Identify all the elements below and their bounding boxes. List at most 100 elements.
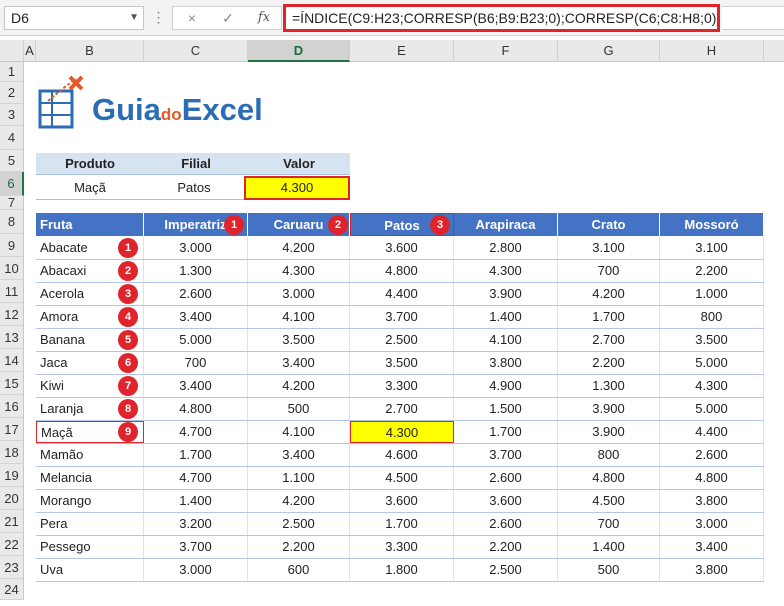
- value-cell[interactable]: 3.800: [660, 559, 764, 581]
- value-cell[interactable]: 3.500: [350, 352, 454, 374]
- value-cell[interactable]: 500: [248, 398, 350, 420]
- value-cell[interactable]: 2.600: [144, 283, 248, 305]
- enter-icon[interactable]: ✓: [213, 7, 243, 29]
- value-cell[interactable]: 3.000: [144, 559, 248, 581]
- column-header[interactable]: E: [350, 40, 454, 62]
- value-cell[interactable]: 2.600: [660, 444, 764, 466]
- value-cell[interactable]: 1.700: [350, 513, 454, 535]
- value-cell[interactable]: 3.700: [350, 306, 454, 328]
- value-cell[interactable]: 5.000: [660, 398, 764, 420]
- column-header[interactable]: C: [144, 40, 248, 62]
- value-cell[interactable]: 3.100: [660, 237, 764, 259]
- value-cell[interactable]: 5.000: [144, 329, 248, 351]
- value-cell[interactable]: 4.100: [248, 306, 350, 328]
- value-cell[interactable]: 4.400: [660, 421, 764, 443]
- row-header[interactable]: 23: [0, 556, 24, 579]
- value-cell[interactable]: 4.800: [350, 260, 454, 282]
- value-cell[interactable]: 3.500: [248, 329, 350, 351]
- row-header[interactable]: 10: [0, 257, 24, 280]
- value-cell[interactable]: 4.700: [144, 421, 248, 443]
- value-cell[interactable]: 5.000: [660, 352, 764, 374]
- chevron-down-icon[interactable]: ▼: [129, 7, 139, 29]
- value-cell[interactable]: 700: [144, 352, 248, 374]
- lookup-valor-cell[interactable]: 4.300: [244, 176, 350, 200]
- value-cell[interactable]: 4.200: [558, 283, 660, 305]
- value-cell[interactable]: 4.500: [350, 467, 454, 489]
- value-cell[interactable]: 3.300: [350, 536, 454, 558]
- value-cell[interactable]: 1.300: [144, 260, 248, 282]
- row-header[interactable]: 5: [0, 150, 24, 172]
- table-header-cell[interactable]: Mossoró: [660, 213, 764, 236]
- value-cell[interactable]: 3.900: [454, 283, 558, 305]
- insert-function-icon[interactable]: fx: [249, 7, 279, 29]
- value-cell[interactable]: 2.500: [454, 559, 558, 581]
- value-cell[interactable]: 3.900: [558, 398, 660, 420]
- value-cell[interactable]: 4.200: [248, 375, 350, 397]
- row-header[interactable]: 8: [0, 210, 24, 234]
- value-cell[interactable]: 500: [558, 559, 660, 581]
- value-cell[interactable]: 2.700: [558, 329, 660, 351]
- value-cell[interactable]: 1.400: [558, 536, 660, 558]
- row-header[interactable]: 1: [0, 62, 24, 82]
- row-header[interactable]: 20: [0, 487, 24, 510]
- value-cell[interactable]: 4.600: [350, 444, 454, 466]
- value-cell[interactable]: 2.700: [350, 398, 454, 420]
- value-cell[interactable]: 2.200: [660, 260, 764, 282]
- value-cell[interactable]: 3.200: [144, 513, 248, 535]
- row-header[interactable]: 19: [0, 464, 24, 487]
- value-cell[interactable]: 4.700: [144, 467, 248, 489]
- value-cell[interactable]: 3.700: [144, 536, 248, 558]
- row-header[interactable]: 9: [0, 234, 24, 257]
- row-header[interactable]: 15: [0, 372, 24, 395]
- value-cell[interactable]: 700: [558, 513, 660, 535]
- value-cell[interactable]: 1.700: [144, 444, 248, 466]
- fruit-cell[interactable]: Mamão: [36, 444, 144, 466]
- value-cell[interactable]: 4.500: [558, 490, 660, 512]
- value-cell[interactable]: 2.200: [248, 536, 350, 558]
- value-cell[interactable]: 4.300: [248, 260, 350, 282]
- fruit-cell[interactable]: Morango: [36, 490, 144, 512]
- value-cell[interactable]: 3.000: [660, 513, 764, 535]
- value-cell[interactable]: 4.900: [454, 375, 558, 397]
- column-header[interactable]: D: [248, 40, 350, 62]
- value-cell[interactable]: 2.600: [454, 467, 558, 489]
- value-cell[interactable]: 4.100: [248, 421, 350, 443]
- value-cell[interactable]: 3.600: [350, 237, 454, 259]
- value-cell[interactable]: 1.800: [350, 559, 454, 581]
- formula-input[interactable]: =ÍNDICE(C9:H23;CORRESP(B6;B9:B23;0);CORR…: [283, 4, 720, 32]
- more-icon[interactable]: ⋮: [150, 6, 166, 30]
- value-cell[interactable]: 800: [660, 306, 764, 328]
- row-header[interactable]: 7: [0, 196, 24, 210]
- column-header[interactable]: F: [454, 40, 558, 62]
- value-cell[interactable]: 3.900: [558, 421, 660, 443]
- fruit-cell[interactable]: Uva: [36, 559, 144, 581]
- column-header[interactable]: G: [558, 40, 660, 62]
- fruit-cell[interactable]: Pera: [36, 513, 144, 535]
- table-header-cell[interactable]: Arapiraca: [454, 213, 558, 236]
- value-cell[interactable]: 3.600: [350, 490, 454, 512]
- name-box[interactable]: D6 ▼: [4, 6, 144, 30]
- value-cell[interactable]: 3.000: [248, 283, 350, 305]
- value-cell[interactable]: 700: [558, 260, 660, 282]
- column-header[interactable]: B: [36, 40, 144, 62]
- value-cell[interactable]: 3.700: [454, 444, 558, 466]
- row-header[interactable]: 12: [0, 303, 24, 326]
- value-cell[interactable]: 3.400: [660, 536, 764, 558]
- row-header[interactable]: 13: [0, 326, 24, 349]
- value-cell[interactable]: 1.700: [454, 421, 558, 443]
- row-header[interactable]: 6: [0, 172, 24, 196]
- value-cell[interactable]: 1.700: [558, 306, 660, 328]
- row-header[interactable]: 18: [0, 441, 24, 464]
- value-cell[interactable]: 4.200: [248, 237, 350, 259]
- value-cell[interactable]: 800: [558, 444, 660, 466]
- fruit-cell[interactable]: Melancia: [36, 467, 144, 489]
- select-all-corner[interactable]: [0, 40, 24, 62]
- value-cell[interactable]: 4.200: [248, 490, 350, 512]
- value-cell[interactable]: 3.800: [660, 490, 764, 512]
- value-cell[interactable]: 2.200: [454, 536, 558, 558]
- value-cell[interactable]: 4.300: [660, 375, 764, 397]
- value-cell[interactable]: 3.500: [660, 329, 764, 351]
- value-cell[interactable]: 4.400: [350, 283, 454, 305]
- lookup-filial-cell[interactable]: Patos: [144, 176, 244, 200]
- value-cell[interactable]: 3.100: [558, 237, 660, 259]
